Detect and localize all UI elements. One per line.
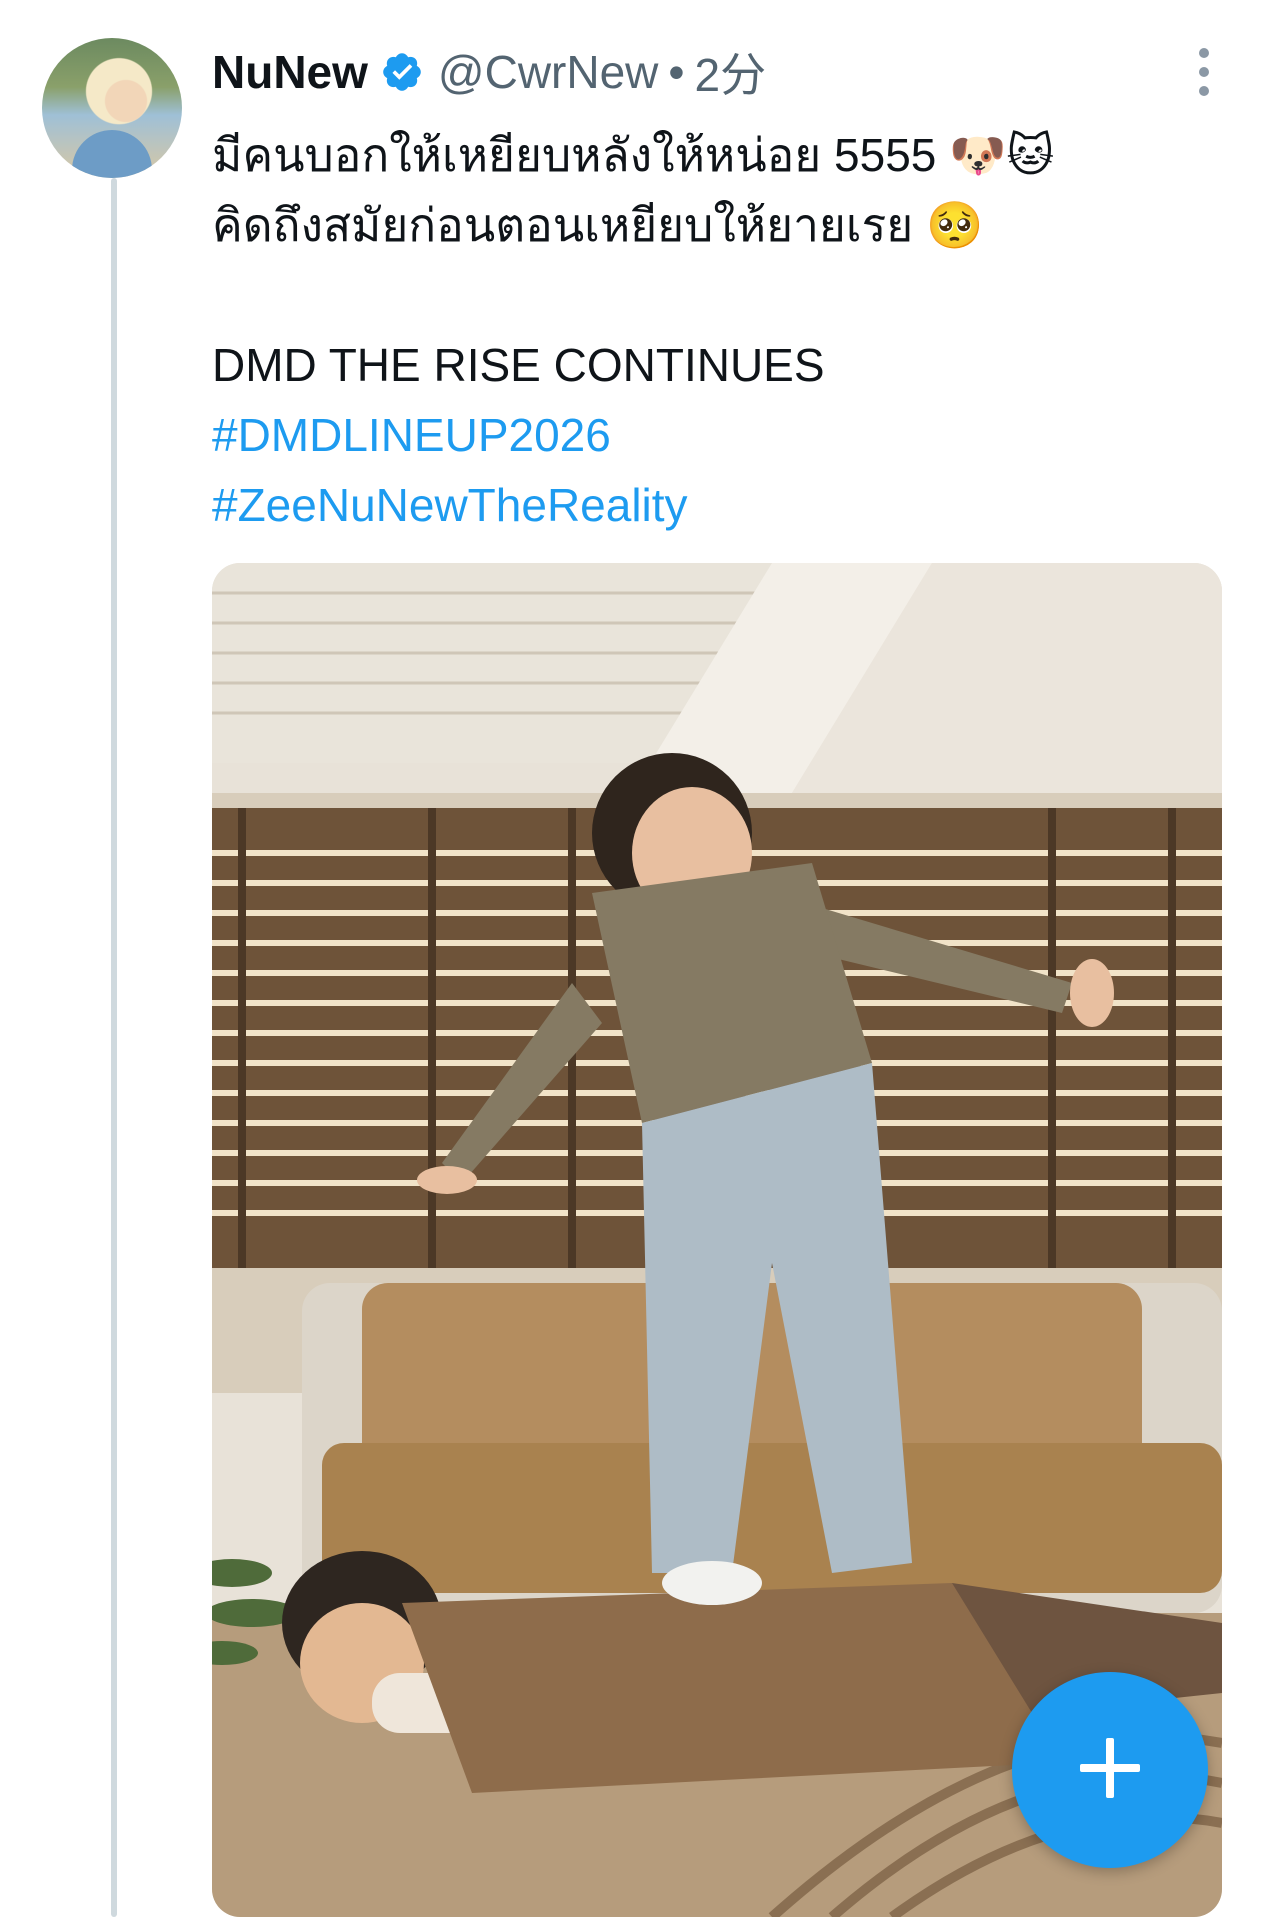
verified-badge-icon	[380, 50, 424, 94]
avatar[interactable]	[42, 38, 182, 178]
timestamp[interactable]: 2分	[695, 39, 767, 105]
avatar-figure	[72, 130, 152, 178]
plus-icon	[1072, 1730, 1148, 1811]
thread-connector-line	[111, 178, 117, 1917]
compose-button[interactable]	[1012, 1672, 1208, 1868]
tweet-header: NuNew @CwrNew • 2分	[212, 42, 766, 102]
user-handle[interactable]: @CwrNew	[438, 45, 658, 99]
more-vertical-icon[interactable]	[1196, 48, 1212, 96]
tweet-text-line: คิดถึงสมัยก่อนตอนเหยียบให้ยายเรย 🥺	[212, 199, 984, 251]
tweet-body: มีคนบอกให้เหยียบหลังให้หน่อย 5555 🐶🐱 คิด…	[212, 120, 1232, 540]
tweet-text-line: DMD THE RISE CONTINUES	[212, 339, 825, 391]
display-name[interactable]: NuNew	[212, 45, 368, 99]
hashtag-link[interactable]: #ZeeNuNewTheReality	[212, 470, 1232, 540]
separator-dot: •	[668, 46, 685, 98]
tweet-text-line: มีคนบอกให้เหยียบหลังให้หน่อย 5555 🐶🐱	[212, 129, 1055, 181]
hashtag-link[interactable]: #DMDLINEUP2026	[212, 400, 1232, 470]
